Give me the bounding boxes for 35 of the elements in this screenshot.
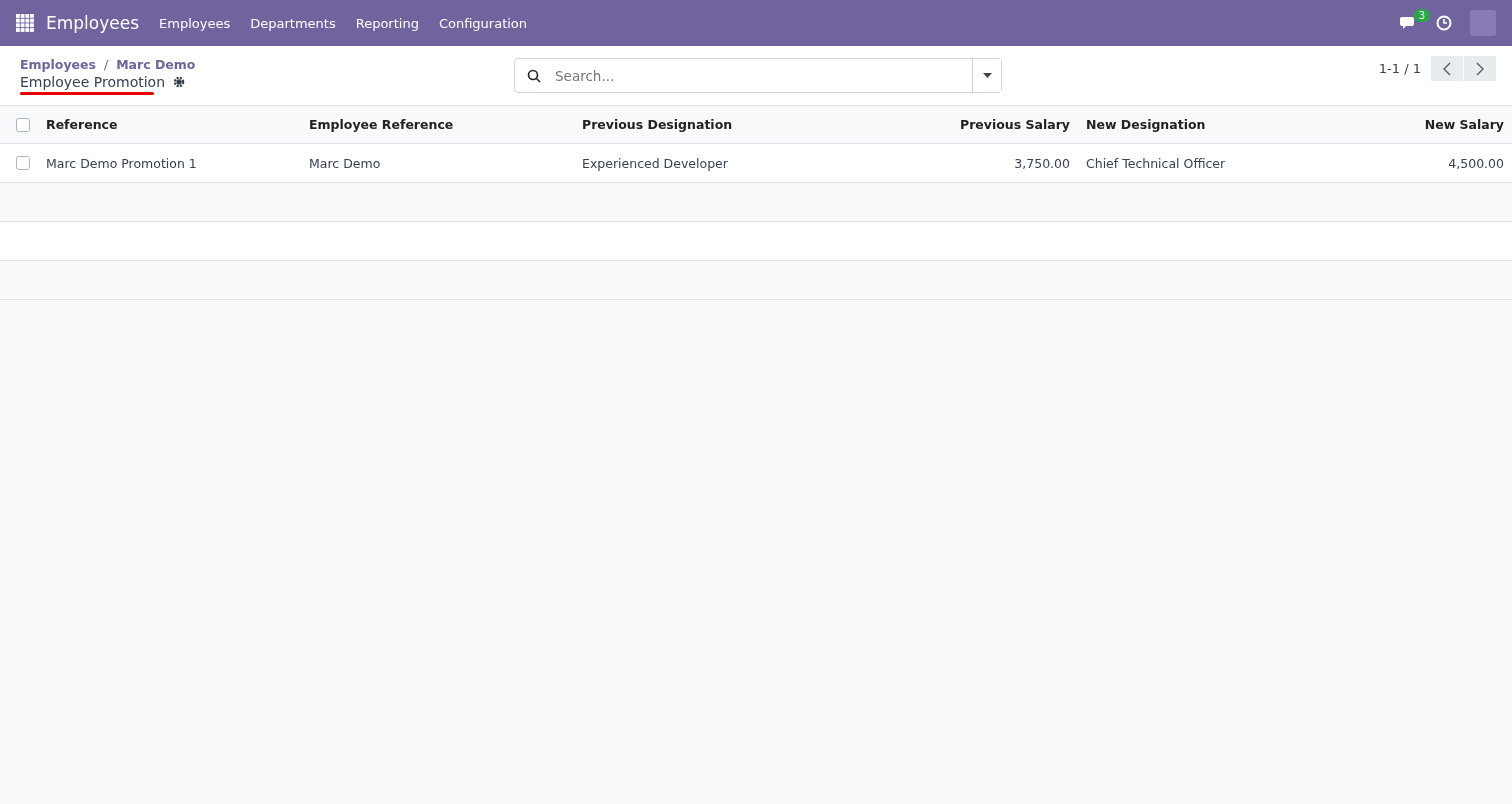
table-cell-text: 4,500.00 <box>1447 155 1505 171</box>
menu-item[interactable]: Reporting <box>355 15 419 31</box>
table-cell-text: Marc Demo <box>308 155 382 171</box>
clock-icon[interactable] <box>1436 15 1452 31</box>
column-header[interactable]: Employee Reference <box>301 117 574 132</box>
app-title[interactable]: Employees <box>46 13 140 33</box>
page-title: Employee Promotion <box>20 73 166 90</box>
table-cell-text: Experienced Developer <box>581 155 729 171</box>
menu-item[interactable]: Employees <box>159 15 231 31</box>
menu-item[interactable]: Departments <box>250 15 336 31</box>
message-count-badge: 3 <box>1413 9 1430 22</box>
chevron-right-icon <box>1476 61 1484 76</box>
breadcrumb-separator: / <box>103 56 109 72</box>
caret-icon <box>982 73 992 78</box>
table-cell-text: Chief Technical Officer <box>1085 155 1227 171</box>
chevron-left-icon <box>1443 61 1451 76</box>
search-icon <box>527 68 541 83</box>
row-checkbox[interactable] <box>16 156 30 170</box>
column-header[interactable]: New Designation <box>1078 117 1300 132</box>
search-options-button[interactable] <box>972 59 1001 92</box>
table-cell-text: 3,750.00 <box>1013 155 1071 171</box>
pager-text: 1-1 / 1 <box>1378 61 1421 76</box>
breadcrumb-link[interactable]: Employees <box>20 56 96 72</box>
breadcrumb-link[interactable]: Marc Demo <box>116 56 196 72</box>
gear-icon[interactable] <box>173 75 186 88</box>
table-row[interactable]: Marc Demo Promotion 1 Marc Demo Experienced Developer 3,750.00 Chief Technical Officer 4,500.00 <box>0 144 1512 183</box>
column-header[interactable]: New Salary <box>1300 117 1512 132</box>
column-header[interactable]: Previous Salary <box>880 117 1078 132</box>
select-all-checkbox[interactable] <box>16 117 30 132</box>
menu-item[interactable]: Configuration <box>438 15 528 31</box>
search-bar[interactable]: Search... <box>514 58 1002 93</box>
column-header[interactable]: Reference <box>38 117 301 132</box>
app-grid-icon[interactable] <box>16 14 34 32</box>
column-header[interactable]: Previous Designation <box>574 117 880 132</box>
table-cell-text: Marc Demo Promotion 1 <box>45 155 198 171</box>
